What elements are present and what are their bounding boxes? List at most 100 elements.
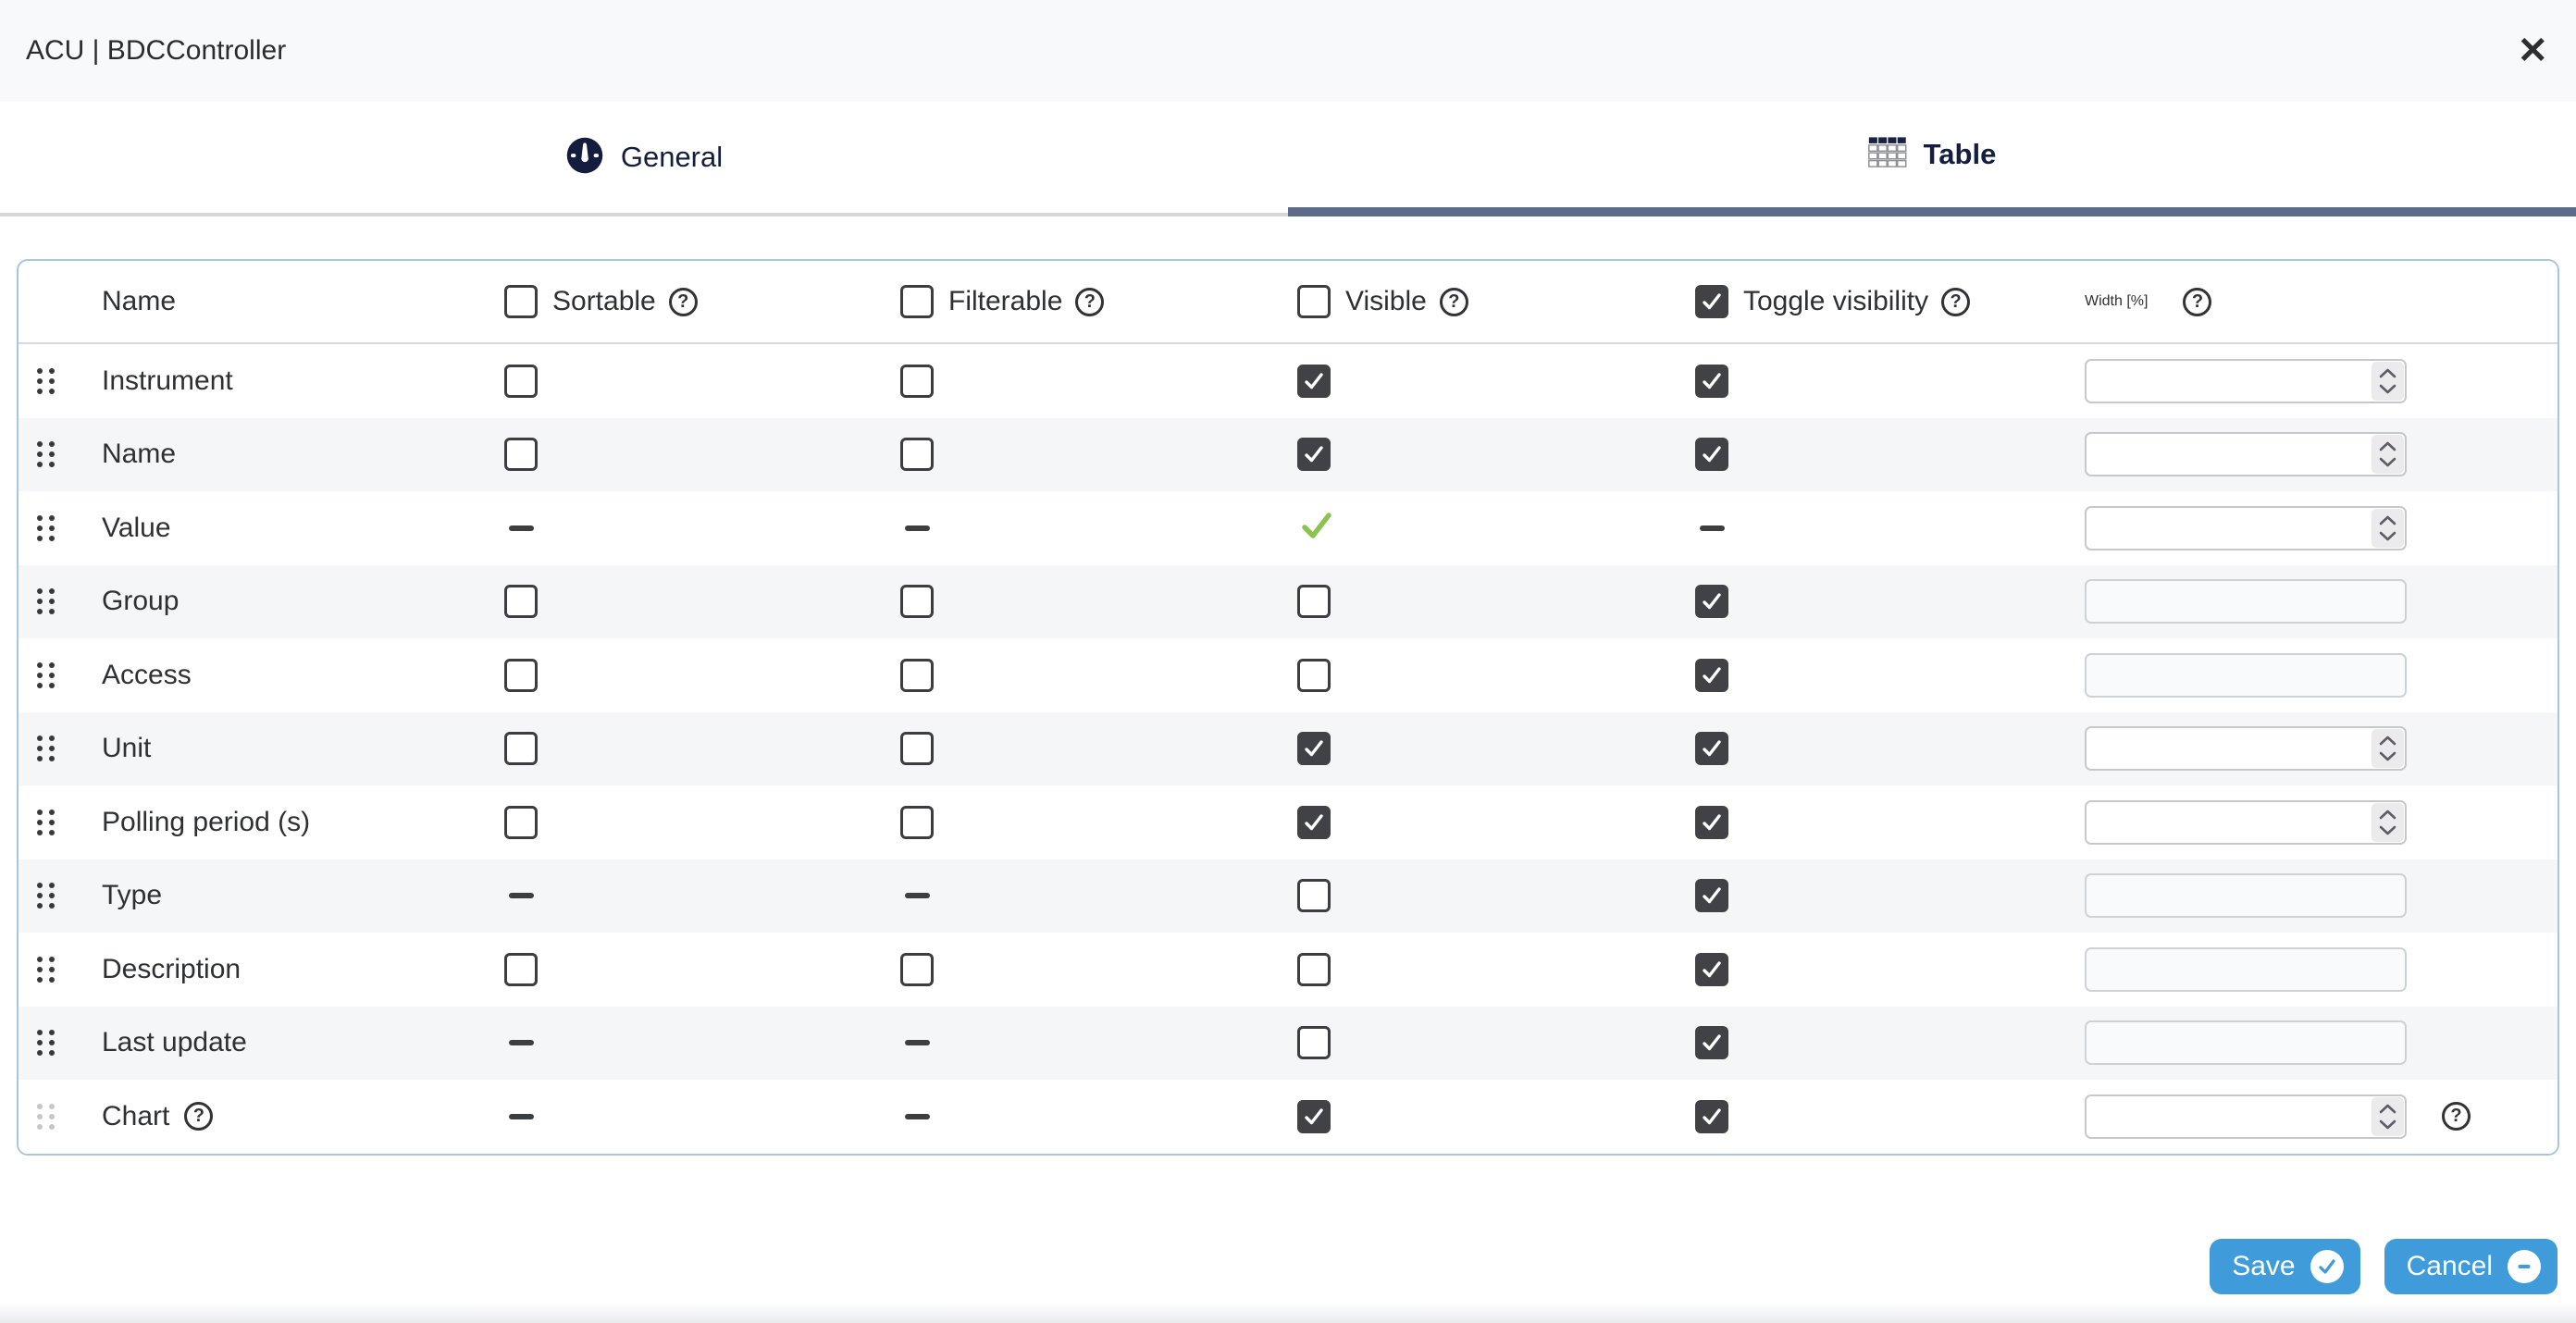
width-input[interactable] xyxy=(2085,579,2407,624)
toggle-visibility-checkbox[interactable] xyxy=(1695,1026,1728,1059)
visible-header-checkbox[interactable] xyxy=(1297,285,1331,318)
toggle-visibility-checkbox[interactable] xyxy=(1695,1100,1728,1133)
filterable-header-checkbox[interactable] xyxy=(900,285,934,318)
width-input[interactable] xyxy=(2085,359,2407,403)
table-icon xyxy=(1868,136,1907,174)
filterable-checkbox[interactable] xyxy=(900,732,934,765)
width-plain-input-wrap xyxy=(2085,947,2407,992)
help-icon[interactable]: ? xyxy=(1941,288,1970,316)
width-input[interactable] xyxy=(2085,800,2407,845)
sortable-checkbox[interactable] xyxy=(504,732,538,765)
drag-handle-icon[interactable] xyxy=(37,441,55,467)
visible-checkbox[interactable] xyxy=(1297,1100,1331,1133)
cancel-button[interactable]: Cancel xyxy=(2384,1239,2557,1294)
row-name: Name xyxy=(68,439,504,470)
drag-handle-icon[interactable] xyxy=(37,1030,55,1056)
spinner-down-icon[interactable] xyxy=(2379,1118,2396,1131)
visible-checkbox[interactable] xyxy=(1297,659,1331,692)
sortable-checkbox[interactable] xyxy=(504,365,538,398)
visible-checkbox[interactable] xyxy=(1297,585,1331,618)
drag-handle-icon[interactable] xyxy=(37,810,55,835)
help-icon[interactable]: ? xyxy=(2442,1102,2471,1131)
visible-cell xyxy=(1297,585,1695,618)
toggle-visibility-header-checkbox[interactable] xyxy=(1695,285,1728,318)
width-input[interactable] xyxy=(2085,947,2407,992)
drag-handle-icon[interactable] xyxy=(37,662,55,688)
sortable-checkbox[interactable] xyxy=(504,806,538,839)
width-input[interactable] xyxy=(2085,726,2407,771)
visible-checkbox[interactable] xyxy=(1297,365,1331,398)
filterable-checkbox[interactable] xyxy=(900,585,934,618)
row-name-label: Name xyxy=(102,439,176,470)
spinner-down-icon[interactable] xyxy=(2379,382,2396,395)
sortable-checkbox[interactable] xyxy=(504,659,538,692)
toggle-visibility-checkbox[interactable] xyxy=(1695,806,1728,839)
toggle-visibility-checkbox[interactable] xyxy=(1695,732,1728,765)
drag-handle-icon[interactable] xyxy=(37,515,55,541)
save-button[interactable]: Save xyxy=(2210,1239,2359,1294)
help-icon[interactable]: ? xyxy=(2183,288,2211,316)
help-icon[interactable]: ? xyxy=(1075,288,1104,316)
drag-handle-icon[interactable] xyxy=(37,736,55,761)
drag-handle-icon[interactable] xyxy=(37,588,55,614)
width-input[interactable] xyxy=(2085,506,2407,550)
toggle-visibility-checkbox[interactable] xyxy=(1695,879,1728,912)
visible-checkbox[interactable] xyxy=(1297,879,1331,912)
row-name: Type xyxy=(68,880,504,911)
close-icon[interactable]: ✕ xyxy=(2517,32,2548,69)
filterable-checkbox[interactable] xyxy=(900,438,934,471)
toggle-visibility-checkbox[interactable] xyxy=(1695,585,1728,618)
spinner-down-icon[interactable] xyxy=(2379,529,2396,542)
spinner-up-icon[interactable] xyxy=(2379,513,2396,526)
table-row: Last update xyxy=(19,1007,2557,1081)
visible-checkbox[interactable] xyxy=(1297,732,1331,765)
sortable-checkbox[interactable] xyxy=(504,585,538,618)
drag-handle-icon[interactable] xyxy=(37,883,55,909)
filterable-checkbox[interactable] xyxy=(900,365,934,398)
spinner-up-icon[interactable] xyxy=(2379,366,2396,379)
table-row: Unit xyxy=(19,712,2557,786)
not-applicable-dash xyxy=(509,893,534,898)
drag-handle-cell xyxy=(19,1030,68,1056)
column-header-name: Name xyxy=(68,286,504,317)
width-input[interactable] xyxy=(2085,873,2407,918)
spinner-up-icon[interactable] xyxy=(2379,1102,2396,1115)
visible-checkbox[interactable] xyxy=(1297,953,1331,986)
spinner-down-icon[interactable] xyxy=(2379,456,2396,469)
width-input[interactable] xyxy=(2085,432,2407,476)
sortable-checkbox[interactable] xyxy=(504,438,538,471)
row-name: Access xyxy=(68,660,504,691)
toggle-visibility-cell xyxy=(1695,732,2085,765)
tab-general[interactable]: General xyxy=(0,102,1288,216)
filterable-checkbox[interactable] xyxy=(900,806,934,839)
spinner-down-icon[interactable] xyxy=(2379,823,2396,836)
width-input[interactable] xyxy=(2085,653,2407,698)
toggle-visibility-checkbox[interactable] xyxy=(1695,953,1728,986)
filterable-checkbox[interactable] xyxy=(900,953,934,986)
sortable-checkbox[interactable] xyxy=(504,953,538,986)
spinner-up-icon[interactable] xyxy=(2379,735,2396,748)
drag-handle-icon[interactable] xyxy=(37,957,55,983)
spinner-up-icon[interactable] xyxy=(2379,808,2396,821)
visible-checkbox[interactable] xyxy=(1297,438,1331,471)
filterable-checkbox[interactable] xyxy=(900,659,934,692)
table-row: Value xyxy=(19,491,2557,565)
spinner-up-icon[interactable] xyxy=(2379,440,2396,453)
toggle-visibility-checkbox[interactable] xyxy=(1695,365,1728,398)
visible-checkbox[interactable] xyxy=(1297,806,1331,839)
toggle-visibility-checkbox[interactable] xyxy=(1695,659,1728,692)
tab-table[interactable]: Table xyxy=(1288,102,2576,216)
width-input[interactable] xyxy=(2085,1094,2407,1139)
toggle-visibility-checkbox[interactable] xyxy=(1695,438,1728,471)
spinner-down-icon[interactable] xyxy=(2379,750,2396,763)
sortable-cell xyxy=(504,1040,900,1045)
help-icon[interactable]: ? xyxy=(669,288,698,316)
sortable-header-checkbox[interactable] xyxy=(504,285,538,318)
width-input[interactable] xyxy=(2085,1020,2407,1065)
drag-handle-icon[interactable] xyxy=(37,368,55,394)
tab-bar: General Table xyxy=(0,102,2576,216)
visible-checkbox[interactable] xyxy=(1297,1026,1331,1059)
help-icon[interactable]: ? xyxy=(184,1102,213,1131)
help-icon[interactable]: ? xyxy=(1440,288,1468,316)
sortable-cell xyxy=(504,585,900,618)
